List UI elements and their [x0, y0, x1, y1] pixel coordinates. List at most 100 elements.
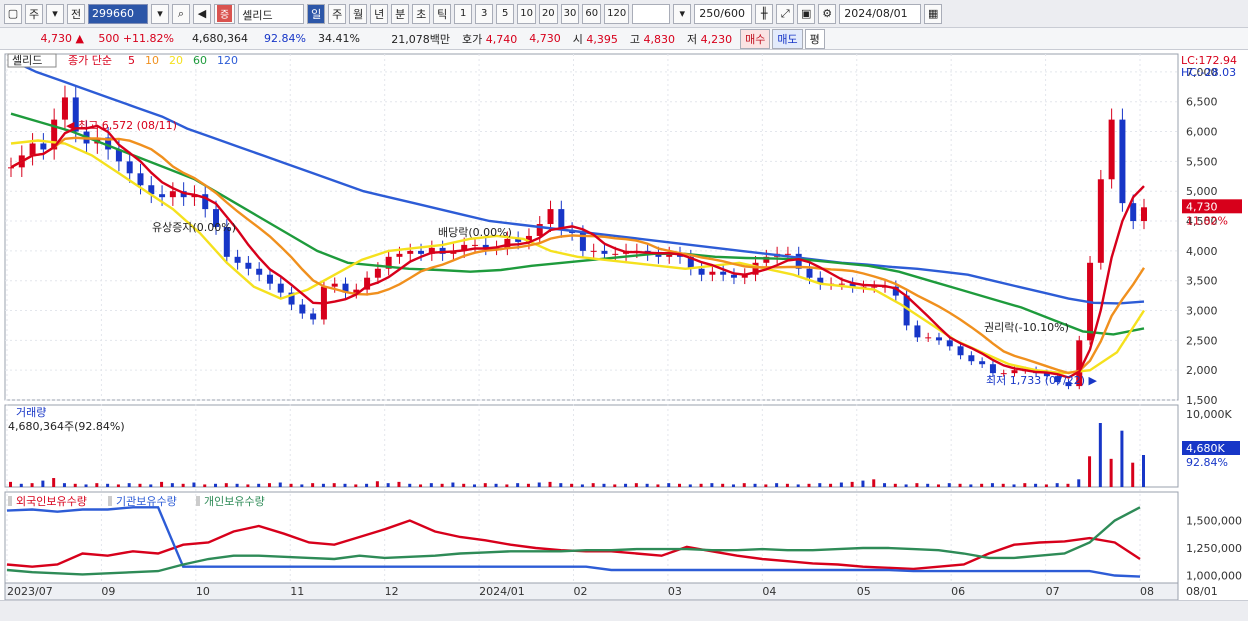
- scroll-bar[interactable]: [0, 600, 1248, 621]
- save-icon[interactable]: ▣: [797, 3, 816, 24]
- interval-10[interactable]: 10: [517, 3, 536, 24]
- interval-20[interactable]: 20: [538, 3, 558, 24]
- candle-body: [126, 161, 133, 174]
- volume-bar: [947, 483, 951, 487]
- volume-bar: [570, 483, 574, 487]
- volume-bar: [678, 483, 682, 487]
- y-tick-label: 5,000: [1186, 185, 1218, 198]
- volume-panel: [4, 404, 1179, 488]
- volume-bar: [807, 483, 811, 487]
- interval-input[interactable]: [632, 3, 671, 24]
- price-badge: 4,730: [1186, 200, 1218, 213]
- candle-body: [40, 143, 47, 150]
- interval-120[interactable]: 120: [604, 3, 630, 24]
- volume-bar: [257, 483, 261, 487]
- candle-body: [418, 250, 425, 254]
- prev-button[interactable]: 전: [67, 3, 85, 24]
- volume-bar: [235, 483, 239, 487]
- holdings-axis-label: 1,250,000: [1186, 542, 1242, 555]
- interval-3[interactable]: 3: [475, 3, 494, 24]
- volume-bar: [429, 483, 433, 487]
- stock-name[interactable]: 셀리드: [238, 3, 305, 24]
- volume-bar: [483, 483, 487, 487]
- candle-body: [1108, 119, 1115, 180]
- volume-bar: [9, 481, 12, 487]
- y-tick-label: 3,000: [1186, 305, 1218, 318]
- candle-body: [407, 250, 414, 254]
- candle-body: [612, 253, 619, 255]
- candle-body: [1130, 203, 1137, 222]
- candle-icon[interactable]: ╫: [755, 3, 774, 24]
- interval-1[interactable]: 1: [454, 3, 473, 24]
- volume-bar: [990, 483, 994, 487]
- period-year[interactable]: 년: [370, 3, 389, 24]
- stock-tag: 증: [214, 3, 236, 24]
- candle-body: [1141, 207, 1147, 222]
- period-day[interactable]: 일: [307, 3, 326, 24]
- candle-body: [374, 268, 381, 278]
- volume-bar: [1012, 484, 1016, 487]
- volume-bar: [1055, 483, 1059, 487]
- interval-60[interactable]: 60: [582, 3, 602, 24]
- holdings-legend-marker: [8, 496, 12, 506]
- volume-bar: [472, 484, 476, 487]
- search-icon[interactable]: ⌕: [172, 3, 190, 24]
- x-tick-label: 05: [857, 585, 871, 598]
- volume-bar: [667, 483, 671, 487]
- candle-body: [720, 271, 727, 275]
- volume-bar: [537, 482, 541, 487]
- volume-bar: [138, 483, 142, 487]
- change: 500: [98, 32, 120, 45]
- low-price: 4,230: [700, 32, 733, 46]
- interval-dropdown-icon[interactable]: ▾: [673, 3, 692, 24]
- date-field[interactable]: 2024/08/01: [839, 3, 922, 24]
- type-select[interactable]: 주: [25, 3, 43, 24]
- code-input[interactable]: 299660: [88, 3, 148, 24]
- period-week[interactable]: 주: [328, 3, 347, 24]
- volume-bar: [829, 483, 833, 487]
- volume-title: 거래량: [16, 406, 46, 419]
- volume-bar: [721, 483, 725, 487]
- volume-bar: [311, 483, 315, 487]
- volume-bar: [343, 483, 347, 487]
- volume-bar: [224, 483, 228, 487]
- volume-bar: [634, 483, 638, 487]
- candle-body: [245, 262, 252, 269]
- interval-5[interactable]: 5: [496, 3, 515, 24]
- candle-body: [1011, 370, 1018, 374]
- volume-bar: [1023, 483, 1027, 487]
- code-dropdown-icon[interactable]: ▾: [151, 3, 169, 24]
- draw-icon[interactable]: ⤢: [776, 3, 795, 24]
- volume-bar: [580, 484, 584, 487]
- volume-bar: [526, 483, 530, 487]
- period-minute[interactable]: 분: [391, 3, 410, 24]
- x-tick-label: 08/01: [1186, 585, 1218, 598]
- volume-bar: [170, 483, 174, 487]
- turnover: 34.41%: [318, 32, 360, 45]
- period-second[interactable]: 초: [412, 3, 431, 24]
- period-month[interactable]: 월: [349, 3, 368, 24]
- speaker-icon[interactable]: ◀: [193, 3, 211, 24]
- chevron-down-icon[interactable]: ▾: [46, 3, 64, 24]
- y-tick-label: 4,000: [1186, 245, 1218, 258]
- candle-body: [590, 250, 597, 252]
- ask-group: 호가 4,740: [456, 31, 523, 47]
- period-tick[interactable]: 틱: [433, 3, 452, 24]
- up-arrow-icon: ▲: [75, 32, 84, 45]
- sell-button[interactable]: 매도: [772, 28, 803, 49]
- window-icon[interactable]: ▢: [4, 3, 22, 24]
- eval-button[interactable]: 평: [804, 28, 825, 49]
- buy-button[interactable]: 매수: [740, 28, 771, 49]
- calendar-icon[interactable]: ▦: [924, 3, 943, 24]
- candle-body: [169, 191, 176, 198]
- x-tick-label: 2024/01: [479, 585, 525, 598]
- count-field[interactable]: 250/600: [694, 3, 753, 24]
- ask-price: 4,740: [485, 32, 518, 46]
- volume-bar: [893, 483, 897, 487]
- interval-30[interactable]: 30: [560, 3, 580, 24]
- high-price: 4,830: [643, 32, 676, 46]
- gear-icon[interactable]: ⚙: [818, 3, 837, 24]
- x-tick-label: 2023/07: [7, 585, 53, 598]
- volume-bar: [354, 484, 358, 487]
- y-tick-label: 6,500: [1186, 96, 1218, 109]
